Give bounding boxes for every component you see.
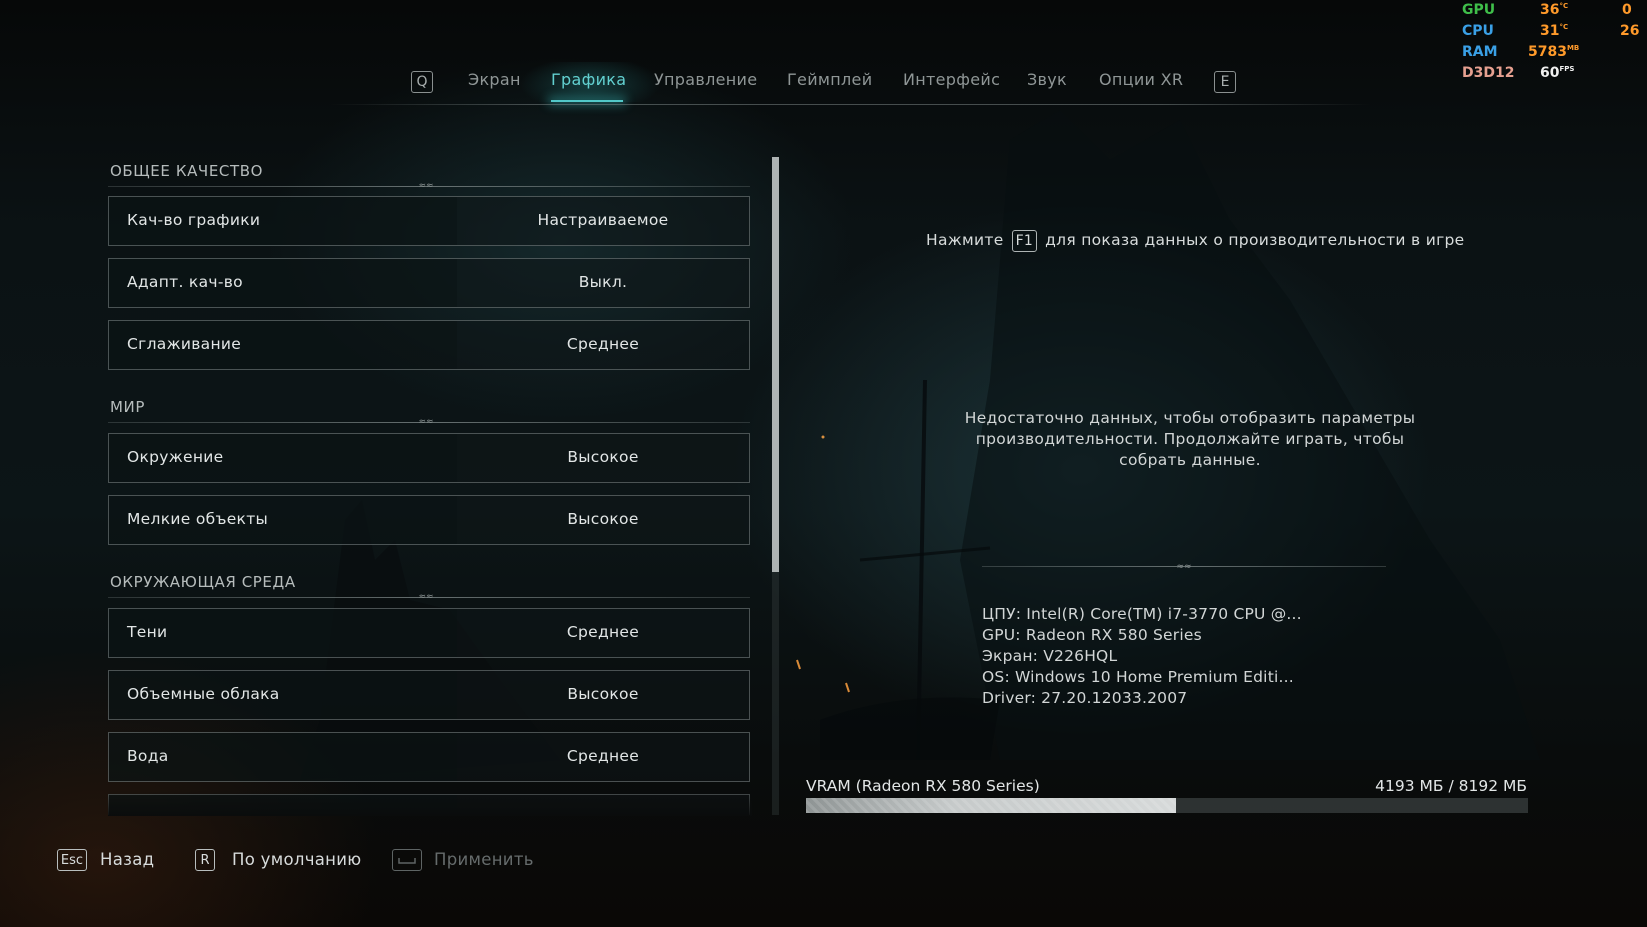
- performance-hint: Нажмите F1 для показа данных о производите…: [926, 230, 1465, 252]
- tab-controls[interactable]: Управление: [654, 70, 757, 89]
- divider-ornament-icon: ≈≈: [418, 592, 434, 602]
- vram-amount: 4193 МБ / 8192 МБ: [1375, 777, 1527, 795]
- setting-label: Объемные облака: [127, 685, 280, 703]
- setting-value: Настраиваемое: [537, 211, 669, 229]
- setting-label: Окружение: [127, 448, 224, 466]
- system-info: ЦПУ: Intel(R) Core(TM) i7-3770 CPU @... …: [982, 604, 1302, 709]
- system-info-gpu: GPU: Radeon RX 580 Series: [982, 626, 1202, 644]
- overlay-cpu-row: CPU 31°C 26: [1462, 23, 1647, 44]
- overlay-ram-value: 5783MB: [1528, 44, 1580, 60]
- divider-ornament-icon: ≈≈: [418, 417, 434, 427]
- hint-text-before: Нажмите: [926, 231, 1004, 249]
- setting-value: Среднее: [566, 623, 640, 641]
- no-data-line: Недостаточно данных, чтобы отобразить па…: [964, 409, 1416, 427]
- active-tab-indicator: [551, 100, 623, 102]
- no-data-line: собрать данные.: [1119, 451, 1261, 469]
- no-data-line: производительности. Продолжайте играть, …: [975, 430, 1405, 448]
- graphics-settings-list: ОБЩЕЕ КАЧЕСТВО ≈≈ Кач-во графики Настраи…: [108, 150, 752, 815]
- setting-label: Кач-во графики: [127, 211, 261, 229]
- setting-row-shadows[interactable]: Тени Среднее: [108, 608, 750, 658]
- tab-screen[interactable]: Экран: [468, 70, 521, 89]
- setting-value: Высокое: [567, 510, 639, 528]
- system-info-cpu: ЦПУ: Intel(R) Core(TM) i7-3770 CPU @...: [982, 605, 1302, 623]
- no-data-message: Недостаточно данных, чтобы отобразить па…: [930, 408, 1450, 471]
- tab-bar-divider: [330, 104, 1370, 105]
- setting-row-adaptive-quality[interactable]: Адапт. кач-во Выкл.: [108, 258, 750, 308]
- overlay-gpu-label: GPU: [1462, 2, 1496, 18]
- esc-key-icon[interactable]: Esc: [57, 849, 87, 871]
- next-tab-key-icon[interactable]: E: [1214, 71, 1236, 93]
- tab-graphics[interactable]: Графика: [551, 70, 626, 89]
- vram-label: VRAM (Radeon RX 580 Series): [806, 777, 1040, 795]
- space-key-icon: [392, 849, 422, 871]
- overlay-cpu-temp: 31°C: [1540, 23, 1569, 39]
- r-key-icon[interactable]: R: [195, 849, 215, 871]
- setting-value: Высокое: [567, 685, 639, 703]
- setting-value: Высокое: [567, 448, 639, 466]
- overlay-cpu-load: 26: [1620, 23, 1640, 39]
- back-button[interactable]: Назад: [100, 850, 154, 869]
- tab-gameplay[interactable]: Геймплей: [787, 70, 872, 89]
- overlay-gpu-temp: 36°C: [1540, 2, 1569, 18]
- setting-row-anti-aliasing[interactable]: Сглаживание Среднее: [108, 320, 750, 370]
- setting-row-water[interactable]: Вода Среднее: [108, 732, 750, 782]
- system-info-os: OS: Windows 10 Home Premium Editi...: [982, 668, 1294, 686]
- setting-row-graphics-quality[interactable]: Кач-во графики Настраиваемое: [108, 196, 750, 246]
- vram-usage-bar: [806, 798, 1528, 813]
- system-info-display: Экран: V226HQL: [982, 647, 1118, 665]
- divider-ornament-icon: ≈≈: [1176, 562, 1192, 572]
- section-title-surroundings: ОКРУЖАЮЩАЯ СРЕДА: [110, 573, 296, 591]
- setting-row-environment[interactable]: Окружение Высокое: [108, 433, 750, 483]
- setting-value: Среднее: [566, 747, 640, 765]
- divider-ornament-icon: ≈≈: [418, 181, 434, 191]
- overlay-cpu-label: CPU: [1462, 23, 1494, 39]
- list-fade: [108, 790, 752, 816]
- system-info-driver: Driver: 27.20.12033.2007: [982, 689, 1188, 707]
- settings-tab-bar: Q Экран Графика Управление Геймплей Инте…: [0, 62, 1647, 102]
- setting-value: Выкл.: [578, 273, 628, 291]
- list-scrollbar-thumb[interactable]: [772, 157, 779, 572]
- f1-key-icon: F1: [1011, 230, 1038, 252]
- tab-xr-options[interactable]: Опции XR: [1099, 70, 1183, 89]
- reset-defaults-button[interactable]: По умолчанию: [232, 850, 361, 869]
- vram-usage-fill: [806, 798, 1176, 813]
- setting-label: Сглаживание: [127, 335, 242, 353]
- section-title-overall-quality: ОБЩЕЕ КАЧЕСТВО: [110, 162, 264, 180]
- setting-label: Тени: [127, 623, 168, 641]
- overlay-ram-label: RAM: [1462, 44, 1498, 60]
- setting-value: Среднее: [566, 335, 640, 353]
- tab-sound[interactable]: Звук: [1027, 70, 1067, 89]
- tab-interface[interactable]: Интерфейс: [903, 70, 1000, 89]
- setting-row-small-objects[interactable]: Мелкие объекты Высокое: [108, 495, 750, 545]
- overlay-gpu-row: GPU 36°C 0: [1462, 2, 1647, 23]
- section-title-world: МИР: [110, 398, 146, 416]
- setting-label: Адапт. кач-во: [127, 273, 243, 291]
- apply-button: Применить: [434, 850, 534, 869]
- setting-row-volumetric-clouds[interactable]: Объемные облака Высокое: [108, 670, 750, 720]
- setting-label: Вода: [127, 747, 169, 765]
- hint-text-after: для показа данных о производительности в…: [1045, 231, 1465, 249]
- overlay-gpu-load: 0: [1622, 2, 1632, 18]
- prev-tab-key-icon[interactable]: Q: [411, 71, 433, 93]
- setting-label: Мелкие объекты: [127, 510, 269, 528]
